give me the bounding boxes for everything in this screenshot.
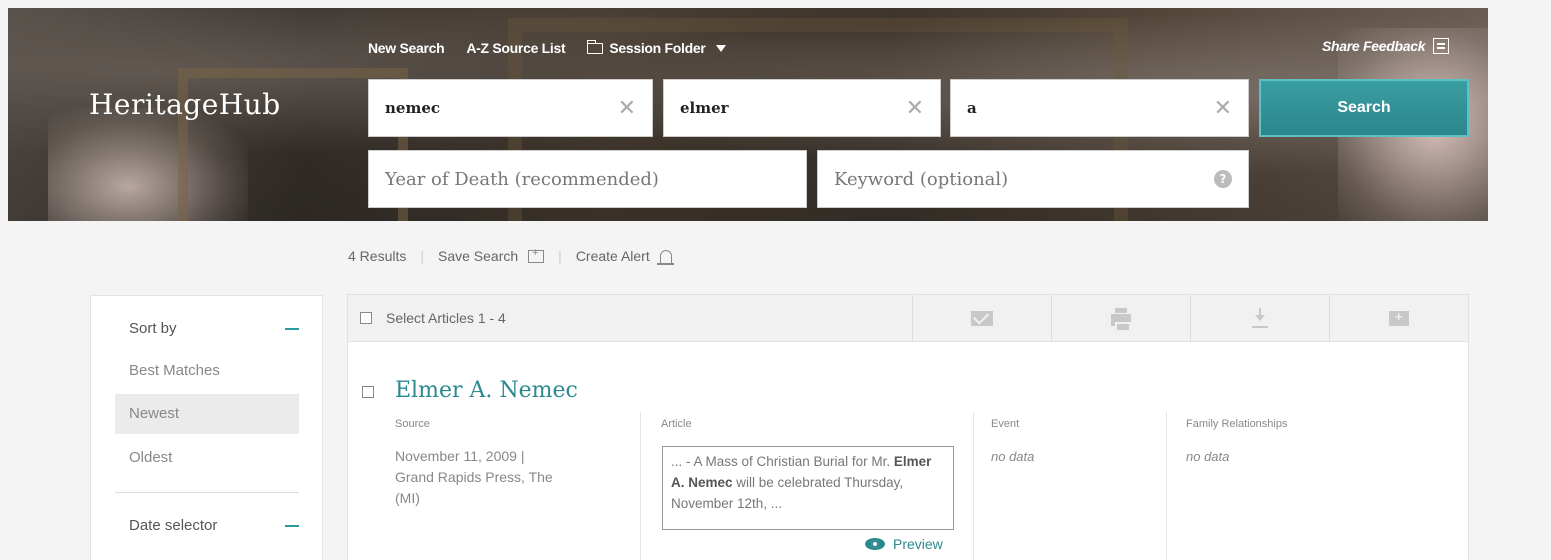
collapse-icon[interactable] (285, 327, 299, 330)
add-folder-icon (1389, 309, 1409, 326)
az-source-list-link[interactable]: A-Z Source List (466, 40, 565, 56)
last-name-field[interactable]: nemec ✕ (368, 79, 653, 137)
source-publication[interactable]: Grand Rapids Press, The (395, 467, 605, 488)
result-title-link[interactable]: Elmer A. Nemec (395, 378, 578, 403)
select-all-checkbox[interactable] (360, 312, 372, 324)
source-value: November 11, 2009 | Grand Rapids Press, … (395, 446, 605, 509)
divider: | (420, 248, 424, 264)
select-articles-label: Select Articles 1 - 4 (386, 310, 506, 326)
year-of-death-placeholder: Year of Death (recommended) (385, 168, 659, 190)
site-logo[interactable]: HeritageHub (89, 88, 281, 121)
folder-icon (586, 39, 604, 54)
divider: | (558, 248, 562, 264)
caret-down-icon (715, 44, 726, 52)
last-name-value: nemec (385, 99, 440, 117)
results-count: 4 Results (348, 248, 407, 264)
add-to-folder-button[interactable] (1329, 295, 1468, 341)
print-button[interactable] (1051, 295, 1190, 341)
source-region: (MI) (395, 490, 420, 506)
eye-icon (865, 538, 885, 550)
divider (1166, 412, 1167, 560)
sort-option-oldest[interactable]: Oldest (115, 438, 299, 478)
event-label: Event (991, 418, 1020, 430)
results-toolbar: Select Articles 1 - 4 (347, 294, 1469, 342)
result-checkbox[interactable] (362, 386, 374, 398)
event-value: no data (991, 449, 1035, 464)
new-search-link[interactable]: New Search (368, 40, 445, 56)
mail-icon (971, 310, 993, 326)
session-folder-menu[interactable]: Session Folder (586, 39, 726, 56)
session-folder-label: Session Folder (609, 40, 706, 56)
share-feedback-label: Share Feedback (1322, 38, 1426, 54)
download-icon (1252, 308, 1268, 328)
select-all-articles[interactable]: Select Articles 1 - 4 (348, 295, 912, 341)
top-nav: New Search A-Z Source List Session Folde… (368, 39, 748, 56)
preview-button[interactable]: Preview (865, 536, 943, 552)
divider (640, 412, 641, 560)
middle-name-field[interactable]: a ✕ (950, 79, 1249, 137)
source-date: November 11, 2009 | (395, 448, 525, 464)
sort-by-label: Sort by (129, 320, 177, 337)
divider (973, 412, 974, 560)
filter-sidebar: Sort by Best Matches Newest Oldest Date … (90, 295, 323, 560)
family-relationships-value: no data (1186, 449, 1230, 464)
sort-option-newest[interactable]: Newest (115, 394, 299, 434)
sort-by-header[interactable]: Sort by (129, 320, 299, 337)
date-selector-label: Date selector (129, 517, 218, 534)
first-name-value: elmer (680, 99, 729, 117)
create-alert-label: Create Alert (575, 248, 650, 264)
article-label: Article (661, 418, 692, 430)
results-bar: 4 Results | Save Search | Create Alert (348, 247, 674, 265)
snippet-text: ... - A Mass of Christian Burial for Mr. (671, 454, 891, 469)
middle-name-value: a (967, 99, 977, 117)
email-button[interactable] (912, 295, 1051, 341)
collapse-icon[interactable] (285, 524, 299, 527)
save-search-button[interactable]: Save Search (438, 247, 545, 264)
keyword-placeholder: Keyword (optional) (834, 168, 1009, 190)
clear-icon[interactable]: ✕ (618, 96, 636, 121)
date-selector-header[interactable]: Date selector (129, 517, 299, 534)
source-label: Source (395, 418, 430, 430)
bell-icon (656, 249, 674, 265)
divider (115, 492, 299, 493)
preview-label: Preview (893, 536, 943, 552)
help-icon[interactable]: ? (1214, 170, 1232, 188)
print-icon (1111, 308, 1131, 332)
save-search-label: Save Search (438, 248, 519, 264)
clear-icon[interactable]: ✕ (1214, 96, 1232, 121)
sort-option-best-matches[interactable]: Best Matches (115, 351, 299, 391)
year-of-death-input[interactable]: Year of Death (recommended) (368, 150, 807, 208)
create-alert-button[interactable]: Create Alert (575, 248, 674, 265)
save-folder-icon (528, 247, 545, 263)
family-relationships-label: Family Relationships (1186, 418, 1288, 430)
clear-icon[interactable]: ✕ (906, 96, 924, 121)
search-button[interactable]: Search (1259, 79, 1469, 137)
keyword-input[interactable]: Keyword (optional) ? (817, 150, 1249, 208)
article-snippet[interactable]: ... - A Mass of Christian Burial for Mr.… (662, 446, 954, 530)
result-item: Elmer A. Nemec Source November 11, 2009 … (347, 342, 1469, 560)
share-feedback-link[interactable]: Share Feedback (1322, 38, 1450, 54)
first-name-field[interactable]: elmer ✕ (663, 79, 941, 137)
comment-icon (1433, 38, 1450, 54)
download-button[interactable] (1190, 295, 1329, 341)
